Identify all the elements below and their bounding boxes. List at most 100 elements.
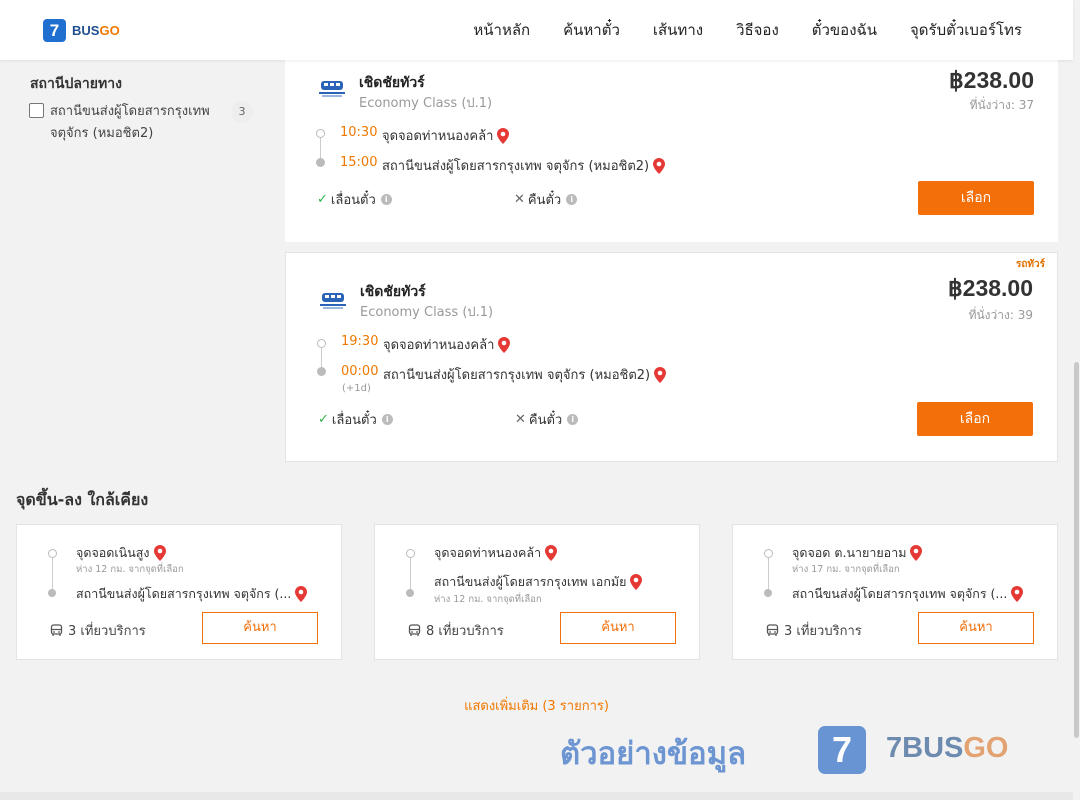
nearby-search-button[interactable]: ค้นหา (202, 612, 318, 644)
destination-filter-label[interactable]: สถานีขนส่งผู้โดยสารกรุงเทพ จตุจักร (หมอช… (50, 101, 230, 145)
nearby-to-label: สถานีขนส่งผู้โดยสารกรุงเทพ จตุจักร (... (792, 586, 1008, 601)
watermark-logo-mark: 7 (818, 726, 866, 774)
reschedule-policy[interactable]: ✓ เลื่อนตั๋ว i (318, 409, 393, 430)
depart-dot (764, 549, 773, 558)
map-pin-icon[interactable] (1011, 586, 1024, 602)
site-header: 7 BUSGO หน้าหลัก ค้นหาตั๋ว เส้นทาง วิธีจ… (0, 0, 1073, 60)
arrive-dot (48, 589, 56, 597)
nav-search-tickets[interactable]: ค้นหาตั๋ว (563, 18, 620, 42)
arrive-stop-label: สถานีขนส่งผู้โดยสารกรุงเทพ จตุจักร (หมอช… (382, 159, 650, 174)
map-pin-icon[interactable] (545, 545, 558, 561)
check-icon: ✓ (318, 412, 329, 427)
depart-dot (48, 549, 57, 558)
map-pin-icon[interactable] (653, 157, 666, 174)
bus-icon (766, 624, 779, 636)
footer-edge (0, 792, 1073, 800)
cross-icon: ✕ (514, 192, 525, 207)
depart-stop: จุดจอดท่าหนองคล้า (383, 334, 511, 355)
select-trip-button[interactable]: เลือก (917, 402, 1033, 436)
nearby-to-stop: สถานีขนส่งผู้โดยสารกรุงเทพ จตุจักร (... (76, 584, 308, 604)
map-pin-icon[interactable] (910, 545, 923, 561)
nearby-search-button[interactable]: ค้นหา (560, 612, 676, 644)
page-scrollbar[interactable] (1073, 0, 1080, 800)
trip-price: ฿238.00 (948, 275, 1033, 301)
reschedule-label: เลื่อนตั๋ว (331, 413, 377, 428)
map-pin-icon[interactable] (630, 574, 643, 590)
next-day-marker: (+1d) (342, 383, 371, 394)
info-icon[interactable]: i (566, 194, 578, 205)
sample-data-watermark: ตัวอย่างข้อมูล (560, 736, 747, 772)
nearby-trip-count: 3 เที่ยวบริการ (50, 620, 146, 641)
nearby-from-label: จุดจอดท่าหนองคล้า (434, 545, 542, 560)
select-trip-button[interactable]: เลือก (918, 181, 1034, 215)
arrive-dot (406, 589, 414, 597)
cross-icon: ✕ (515, 412, 526, 427)
show-more-link[interactable]: แสดงเพิ่มเติม (3 รายการ) (0, 695, 1073, 716)
nav-home[interactable]: หน้าหลัก (473, 18, 530, 42)
nearby-from-distance: ห่าง 17 กม. จากจุดที่เลือก (792, 564, 900, 575)
nearby-trip-count-label: 3 เที่ยวบริการ (784, 624, 862, 639)
nearby-from-label: จุดจอด ต.นายายอาม (792, 545, 907, 560)
seats-available: ที่นั่งว่าง: 39 (968, 308, 1033, 322)
depart-stop-label: จุดจอดท่าหนองคล้า (383, 338, 495, 353)
bus-type-tag: รถทัวร์ (1015, 259, 1045, 270)
check-icon: ✓ (317, 192, 328, 207)
arrive-dot (764, 589, 772, 597)
nearby-stop-card: จุดจอดท่าหนองคล้า สถานีขนส่งผู้โดยสารกรุ… (374, 524, 700, 660)
nearby-from-stop: จุดจอด ต.นายายอาม (792, 543, 923, 563)
depart-dot (406, 549, 415, 558)
depart-dot (317, 339, 326, 348)
seat-class: Economy Class (ป.1) (359, 96, 493, 111)
depart-time: 10:30 (340, 125, 378, 140)
seat-class: Economy Class (ป.1) (360, 305, 494, 320)
operator-logo-icon (317, 77, 347, 99)
reschedule-policy[interactable]: ✓ เลื่อนตั๋ว i (317, 189, 392, 210)
nav-ticket-pickup-points[interactable]: จุดรับตั๋วเบอร์โทร (910, 18, 1022, 42)
nearby-trip-count-label: 8 เที่ยวบริการ (426, 624, 504, 639)
nearby-from-label: จุดจอดเนินสูง (76, 545, 150, 560)
refund-label: คืนตั๋ว (528, 413, 563, 428)
destination-filter-checkbox[interactable] (29, 103, 44, 118)
nearby-from-stop: จุดจอดเนินสูง (76, 543, 166, 563)
arrive-time: 15:00 (340, 155, 378, 170)
map-pin-icon[interactable] (153, 545, 166, 561)
refund-policy[interactable]: ✕ คืนตั๋ว i (514, 189, 578, 210)
nearby-to-stop: สถานีขนส่งผู้โดยสารกรุงเทพ เอกมัย (434, 572, 643, 592)
operator-name: เชิดชัยทัวร์ (359, 75, 425, 91)
arrive-stop: สถานีขนส่งผู้โดยสารกรุงเทพ จตุจักร (หมอช… (383, 364, 667, 385)
main-nav: หน้าหลัก ค้นหาตั๋ว เส้นทาง วิธีจอง ตั๋วข… (473, 0, 1022, 60)
nearby-search-button[interactable]: ค้นหา (918, 612, 1034, 644)
bus-icon (50, 624, 63, 636)
refund-policy[interactable]: ✕ คืนตั๋ว i (515, 409, 579, 430)
map-pin-icon[interactable] (295, 586, 308, 602)
info-icon[interactable]: i (380, 194, 392, 205)
scrollbar-thumb[interactable] (1074, 362, 1079, 738)
info-icon[interactable]: i (567, 414, 579, 425)
info-icon[interactable]: i (381, 414, 393, 425)
reschedule-label: เลื่อนตั๋ว (330, 193, 376, 208)
trip-card: เชิดชัยทัวร์ Economy Class (ป.1) ฿238.00… (285, 60, 1058, 242)
logo-text-main: BUS (72, 23, 100, 38)
nav-my-tickets[interactable]: ตั๋วของฉัน (812, 18, 877, 42)
nearby-trip-count: 8 เที่ยวบริการ (408, 620, 504, 641)
arrive-stop: สถานีขนส่งผู้โดยสารกรุงเทพ จตุจักร (หมอช… (382, 155, 666, 176)
arrive-stop-label: สถานีขนส่งผู้โดยสารกรุงเทพ จตุจักร (หมอช… (383, 368, 651, 383)
arrive-dot (316, 158, 325, 167)
bus-icon (408, 624, 421, 636)
trip-card: รถทัวร์ เชิดชัยทัวร์ Economy Class (ป.1)… (285, 252, 1058, 462)
nearby-trip-count: 3 เที่ยวบริการ (766, 620, 862, 641)
arrive-dot (317, 367, 326, 376)
nav-routes[interactable]: เส้นทาง (653, 18, 703, 42)
refund-label: คืนตั๋ว (527, 193, 562, 208)
map-pin-icon[interactable] (654, 366, 667, 383)
map-pin-icon[interactable] (497, 127, 510, 144)
site-logo[interactable]: 7 BUSGO (43, 19, 120, 42)
arrive-time: 00:00 (341, 364, 379, 379)
nearby-to-distance: ห่าง 12 กม. จากจุดที่เลือก (434, 594, 542, 605)
nav-how-to-book[interactable]: วิธีจอง (736, 18, 779, 42)
nearby-from-distance: ห่าง 12 กม. จากจุดที่เลือก (76, 564, 184, 575)
map-pin-icon[interactable] (498, 336, 511, 353)
nearby-stop-card: จุดจอดเนินสูง ห่าง 12 กม. จากจุดที่เลือก… (16, 524, 342, 660)
nearby-stop-card: จุดจอด ต.นายายอาม ห่าง 17 กม. จากจุดที่เ… (732, 524, 1058, 660)
seats-available: ที่นั่งว่าง: 37 (969, 98, 1034, 112)
